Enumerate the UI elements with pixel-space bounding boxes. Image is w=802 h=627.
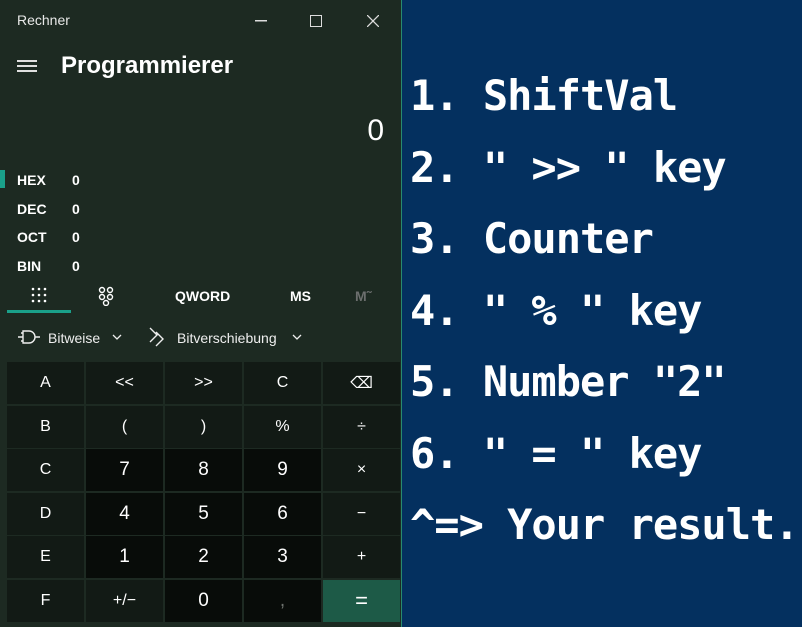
key-equals[interactable]: = (323, 579, 400, 622)
key-4[interactable]: 4 (86, 492, 163, 535)
window-title: Rechner (17, 12, 70, 28)
instruction-line: 3. Counter (410, 214, 654, 263)
key-3[interactable]: 3 (244, 536, 321, 579)
key-clear[interactable]: C (244, 362, 321, 404)
base-row-dec[interactable]: DEC 0 (0, 197, 200, 223)
key-f[interactable]: F (7, 579, 84, 622)
base-label: BIN (17, 258, 42, 274)
result-display: 0 (367, 114, 384, 147)
instructions-panel: 1. ShiftVal 2. " >> " key 3. Counter 4. … (410, 60, 800, 561)
key-decimal[interactable]: , (244, 579, 321, 622)
key-9[interactable]: 9 (244, 449, 321, 492)
key-subtract[interactable]: − (323, 492, 400, 535)
keypad: A << >> C ⌫ B ( ) % ÷ C 7 8 9 × D 4 5 6 … (7, 362, 400, 622)
selected-indicator (0, 170, 5, 188)
calculator-window: Rechner Programmierer 0 HEX 0 DEC 0 OCT … (0, 0, 402, 627)
word-size-button[interactable]: QWORD (175, 288, 230, 304)
key-b[interactable]: B (7, 405, 84, 448)
instruction-line: 2. " >> " key (410, 142, 727, 192)
key-d[interactable]: D (7, 492, 84, 535)
bit-operations-row: Bitweise Bitverschiebung (0, 320, 400, 356)
key-8[interactable]: 8 (165, 449, 242, 492)
maximize-icon (310, 15, 322, 27)
key-multiply[interactable]: × (323, 449, 400, 492)
key-0[interactable]: 0 (165, 579, 242, 622)
base-label: HEX (17, 172, 46, 188)
mode-title: Programmierer (61, 52, 234, 79)
base-label: OCT (17, 229, 47, 245)
key-backspace[interactable]: ⌫ (323, 362, 400, 404)
key-2[interactable]: 2 (165, 536, 242, 579)
instruction-line: 1. ShiftVal (410, 71, 678, 120)
key-shift-left[interactable]: << (86, 362, 163, 404)
key-negate[interactable]: +/− (86, 579, 163, 622)
minimize-icon (255, 20, 267, 22)
active-tab-underline (7, 310, 71, 313)
logic-gate-icon (18, 330, 40, 344)
base-value: 0 (72, 201, 80, 217)
key-add[interactable]: + (323, 536, 400, 579)
bitwise-dropdown[interactable]: Bitweise (48, 330, 100, 346)
key-close-paren[interactable]: ) (165, 405, 242, 448)
maximize-button[interactable] (293, 0, 339, 42)
bitshift-dropdown[interactable]: Bitverschiebung (177, 330, 277, 346)
instruction-line: ^=> Your result. (410, 500, 800, 549)
key-open-paren[interactable]: ( (86, 405, 163, 448)
base-value: 0 (72, 229, 80, 245)
instruction-line: 5. Number "2" (410, 357, 727, 406)
key-a[interactable]: A (7, 362, 84, 404)
key-modulo[interactable]: % (244, 405, 321, 448)
mode-toolbar: QWORD MS M˜ (0, 284, 400, 314)
keypad-icon[interactable] (30, 286, 48, 307)
chevron-down-icon (112, 334, 122, 340)
base-row-oct[interactable]: OCT 0 (0, 225, 200, 251)
bit-toggle-icon[interactable] (98, 286, 114, 309)
key-e[interactable]: E (7, 536, 84, 579)
key-shift-right[interactable]: >> (165, 362, 242, 404)
key-1[interactable]: 1 (86, 536, 163, 579)
instruction-line: 6. " = " key (410, 428, 702, 478)
instruction-line: 4. " % " key (410, 285, 702, 335)
key-7[interactable]: 7 (86, 449, 163, 492)
title-bar: Rechner (0, 0, 402, 42)
key-divide[interactable]: ÷ (323, 405, 400, 448)
memory-store-button[interactable]: MS (290, 288, 311, 304)
chevron-down-icon (292, 334, 302, 340)
key-5[interactable]: 5 (165, 492, 242, 535)
close-button[interactable] (350, 0, 396, 42)
minimize-button[interactable] (238, 0, 284, 42)
key-6[interactable]: 6 (244, 492, 321, 535)
memory-dropdown-button[interactable]: M˜ (355, 288, 371, 304)
close-icon (367, 15, 379, 27)
base-row-bin[interactable]: BIN 0 (0, 254, 200, 280)
bitshift-icon (149, 327, 164, 347)
base-value: 0 (72, 172, 80, 188)
base-row-hex[interactable]: HEX 0 (0, 168, 200, 194)
key-c[interactable]: C (7, 449, 84, 492)
base-value: 0 (72, 258, 80, 274)
base-label: DEC (17, 201, 47, 217)
menu-icon[interactable] (17, 60, 37, 74)
